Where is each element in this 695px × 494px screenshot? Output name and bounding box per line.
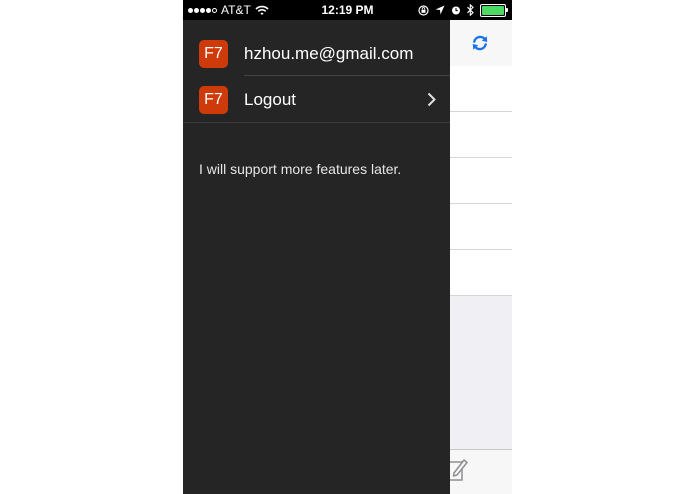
battery-level: [482, 5, 504, 15]
account-menu-item[interactable]: F7 hzhou.me@gmail.com: [183, 31, 450, 76]
refresh-icon[interactable]: [470, 33, 490, 53]
status-icons: [418, 0, 508, 20]
divider: [183, 122, 450, 123]
logout-label: Logout: [244, 90, 296, 109]
battery-icon: [480, 3, 508, 17]
account-email: hzhou.me@gmail.com: [244, 44, 414, 63]
rotation-lock-icon: [418, 4, 429, 16]
logout-menu-item[interactable]: F7 Logout: [183, 77, 450, 122]
divider: [244, 75, 450, 76]
alarm-icon: [452, 6, 460, 15]
side-drawer: F7 hzhou.me@gmail.com F7 Logout I will s…: [183, 20, 450, 494]
status-bar: AT&T 12:19 PM: [183, 0, 512, 20]
app-badge-icon: F7: [199, 86, 228, 114]
chevron-right-icon: [427, 92, 436, 107]
location-icon: [435, 5, 445, 15]
info-text: I will support more features later.: [199, 161, 402, 177]
phone-screen: AT&T 12:19 PM F7 hzhou.me@gmail.com F7 L…: [183, 0, 512, 494]
app-badge-icon: F7: [199, 40, 228, 68]
bluetooth-icon: [467, 4, 474, 16]
